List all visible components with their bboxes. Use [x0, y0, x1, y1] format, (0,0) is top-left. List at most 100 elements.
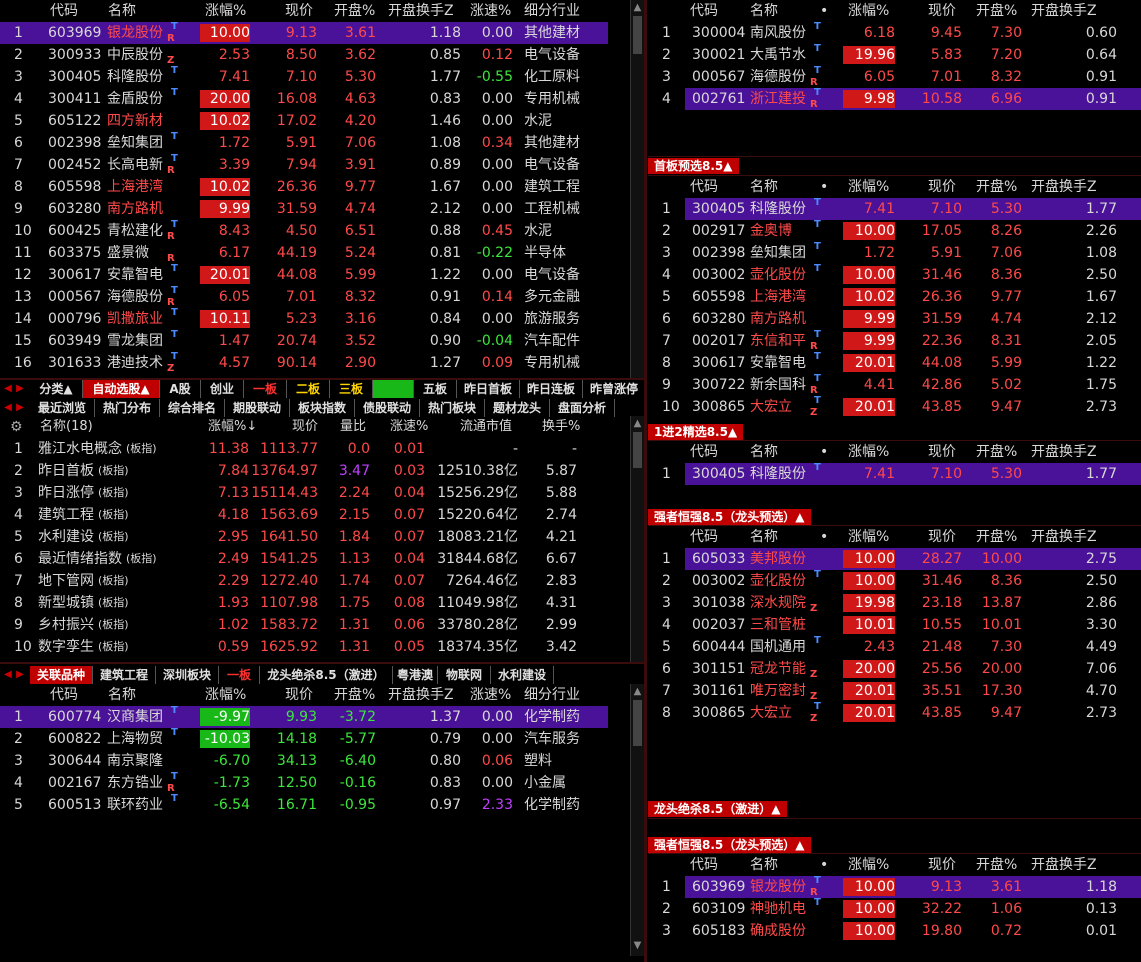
- table-row[interactable]: 1 300405 科隆股份 T 7.41 7.10 5.30 1.77: [662, 462, 1141, 485]
- table-row[interactable]: 2 300021 大禹节水 T 19.96 5.83 7.20 0.64: [662, 43, 1141, 66]
- right2-header-dot[interactable]: •: [820, 176, 828, 198]
- stock-name[interactable]: 四方新材: [107, 110, 163, 132]
- related-header-price[interactable]: 现价: [285, 684, 313, 706]
- right4-header-name[interactable]: 名称: [750, 526, 778, 548]
- table-row[interactable]: 9 603280 南方路机 9.99 31.59 4.74 2.12 0.00 工程机械: [0, 198, 608, 220]
- section-strong-leader-2[interactable]: 强者恒强8.5（龙头预选）▲: [648, 837, 811, 853]
- tab-tabs1-3[interactable]: 创业: [201, 380, 244, 398]
- stock-name[interactable]: 安靠智电: [107, 264, 163, 286]
- header-name[interactable]: 名称: [108, 0, 136, 22]
- table-row[interactable]: 9 300722 新余国科 T R 4.41 42.86 5.02 1.75: [662, 373, 1141, 396]
- stock-name[interactable]: 联环药业: [107, 794, 163, 816]
- stock-name[interactable]: 垒知集团: [750, 242, 806, 264]
- tab-tabs1-5[interactable]: 二板: [287, 380, 330, 398]
- table-row[interactable]: 4 002761 浙江建投 T R 9.98 10.58 6.96 0.91: [662, 87, 1141, 110]
- stock-name[interactable]: 安靠智电: [750, 352, 806, 374]
- stock-name[interactable]: 东方锆业: [107, 772, 163, 794]
- table-row[interactable]: 8 300617 安靠智电 T 20.01 44.08 5.99 1.22: [662, 351, 1141, 374]
- sector-name[interactable]: 昨日涨停: [38, 482, 94, 504]
- related-header-industry[interactable]: 细分行业: [524, 684, 580, 706]
- stock-name[interactable]: 南京聚隆: [107, 750, 163, 772]
- sector-row[interactable]: 9 乡村振兴 (板指) 1.02 1583.72 1.31 0.06 33780.28亿 2.9…: [0, 614, 620, 636]
- tab-tabs2-4[interactable]: 板块指数: [290, 399, 355, 417]
- sector-name[interactable]: 雅江水电概念: [38, 438, 122, 460]
- stock-name[interactable]: 海德股份: [750, 66, 806, 88]
- section-strong-leader-1[interactable]: 强者恒强8.5（龙头预选）▲: [648, 509, 811, 525]
- table-row[interactable]: 4 300411 金盾股份 T 20.00 16.08 4.63 0.83 0.00 专用机械: [0, 87, 608, 110]
- stock-name[interactable]: 科隆股份: [750, 198, 806, 220]
- table-row[interactable]: 6 603280 南方路机 9.99 31.59 4.74 2.12: [662, 308, 1141, 330]
- table-row[interactable]: 3 300644 南京聚隆 -6.70 34.13 -6.40 0.80 0.06 塑料: [0, 750, 608, 772]
- right3-header-name[interactable]: 名称: [750, 441, 778, 463]
- tab-tabs2-8[interactable]: 盘面分析: [550, 399, 615, 417]
- table-row[interactable]: 1 603969 银龙股份 T R 10.00 9.13 3.61 1.18 0.00 其他建材: [0, 21, 608, 44]
- right6-header-price[interactable]: 现价: [928, 854, 956, 876]
- right2-header-open-turnover[interactable]: 开盘换手Z: [1031, 176, 1097, 198]
- sector-row[interactable]: 4 建筑工程 (板指) 4.18 1563.69 2.15 0.07 15220.64亿 2.7…: [0, 504, 620, 526]
- section-first-board-preselect[interactable]: 首板预选8.5▲: [648, 158, 739, 174]
- stock-name[interactable]: 深水规院: [750, 592, 806, 614]
- sector-name[interactable]: 新型城镇: [38, 592, 94, 614]
- right2-header-code[interactable]: 代码: [690, 176, 718, 198]
- tab-tabs3-7[interactable]: 水利建设: [491, 666, 554, 684]
- table-row[interactable]: 10 300865 大宏立 T Z 20.01 43.85 9.47 2.73: [662, 395, 1141, 418]
- stock-name[interactable]: 南方路机: [107, 198, 163, 220]
- stock-name[interactable]: 科隆股份: [107, 66, 163, 88]
- tab-tabs1-9[interactable]: 昨日首板: [457, 380, 520, 398]
- header-open[interactable]: 开盘%: [334, 0, 375, 22]
- stock-name[interactable]: 南方路机: [750, 308, 806, 330]
- tab-tabs3-3[interactable]: 一板: [219, 666, 260, 684]
- right2-header-change[interactable]: 涨幅%: [848, 176, 889, 198]
- scroll-thumb[interactable]: [633, 16, 642, 54]
- table-row[interactable]: 1 600774 汉商集团 T -9.97 9.93 -3.72 1.37 0.00 化学制药: [0, 705, 608, 728]
- stock-name[interactable]: 青松建化: [107, 220, 163, 242]
- sector-row[interactable]: 6 最近情绪指数 (板指) 2.49 1541.25 1.13 0.04 31844.68亿 6…: [0, 548, 620, 570]
- stock-name[interactable]: 盛景微: [107, 242, 149, 264]
- stock-name[interactable]: 壶化股份: [750, 570, 806, 592]
- stock-name[interactable]: 上海物贸: [107, 728, 163, 750]
- stock-name[interactable]: 凯撒旅业: [107, 308, 163, 330]
- tab-tabs1-4[interactable]: 一板: [244, 380, 287, 398]
- sector-name[interactable]: 水利建设: [38, 526, 94, 548]
- tab-tabs2-3[interactable]: 期股联动: [225, 399, 290, 417]
- header-sector-speed[interactable]: 涨速%: [390, 416, 428, 438]
- right1-header-code[interactable]: 代码: [690, 0, 718, 22]
- stock-name[interactable]: 大禹节水: [750, 44, 806, 66]
- right4-header-open[interactable]: 开盘%: [976, 526, 1017, 548]
- right6-header-open[interactable]: 开盘%: [976, 854, 1017, 876]
- top-list-scrollbar[interactable]: ▲: [630, 0, 644, 378]
- table-row[interactable]: 5 600513 联环药业 T -6.54 16.71 -0.95 0.97 2.33 化学制药: [0, 793, 608, 816]
- stock-name[interactable]: 科隆股份: [750, 463, 806, 485]
- tab-tabs1-0[interactable]: 分类▲: [30, 380, 83, 398]
- stock-name[interactable]: 唯万密封: [750, 680, 806, 702]
- tab-tabs1-2[interactable]: A股: [160, 380, 201, 398]
- tab3-scroll-left-icon[interactable]: ◀: [2, 666, 14, 684]
- tab-scroll-left-icon[interactable]: ◀: [2, 380, 14, 398]
- right3-header-dot[interactable]: •: [820, 441, 828, 463]
- header-code[interactable]: 代码: [50, 0, 78, 22]
- table-row[interactable]: 1 300405 科隆股份 T 7.41 7.10 5.30 1.77: [662, 197, 1141, 220]
- tab-tabs2-0[interactable]: 最近浏览: [30, 399, 95, 417]
- table-row[interactable]: 2 600822 上海物贸 T -10.03 14.18 -5.77 0.79 0.00 汽车服务: [0, 727, 608, 750]
- related-header-speed[interactable]: 涨速%: [470, 684, 511, 706]
- table-row[interactable]: 7 002017 东信和平 T R 9.99 22.36 8.31 2.05: [662, 329, 1141, 352]
- stock-name[interactable]: 大宏立: [750, 396, 792, 418]
- section-one-to-two[interactable]: 1进2精选8.5▲: [648, 424, 744, 440]
- tab-tabs3-1[interactable]: 建筑工程: [93, 666, 156, 684]
- tab2-scroll-left-icon[interactable]: ◀: [2, 399, 14, 417]
- right6-header-change[interactable]: 涨幅%: [848, 854, 889, 876]
- stock-name[interactable]: 冠龙节能: [750, 658, 806, 680]
- tab-tabs3-5[interactable]: 粤港澳: [393, 666, 438, 684]
- stock-name[interactable]: 金盾股份: [107, 88, 163, 110]
- tab-tabs1-11[interactable]: 昨曾涨停: [583, 380, 646, 398]
- right1-header-name[interactable]: 名称: [750, 0, 778, 22]
- right4-header-open-turnover[interactable]: 开盘换手Z: [1031, 526, 1097, 548]
- tab-tabs1-6[interactable]: 三板: [330, 380, 373, 398]
- stock-name[interactable]: 新余国科: [750, 374, 806, 396]
- stock-name[interactable]: 银龙股份: [750, 876, 806, 898]
- sector-row[interactable]: 1 雅江水电概念 (板指) 11.38 1113.77 0.0 0.01 - -: [0, 438, 620, 460]
- related-scroll-down-arrow[interactable]: ▼: [631, 940, 644, 951]
- stock-name[interactable]: 大宏立: [750, 702, 792, 724]
- related-scroll-thumb[interactable]: [633, 700, 642, 746]
- header-turnover[interactable]: 换手%: [542, 416, 580, 438]
